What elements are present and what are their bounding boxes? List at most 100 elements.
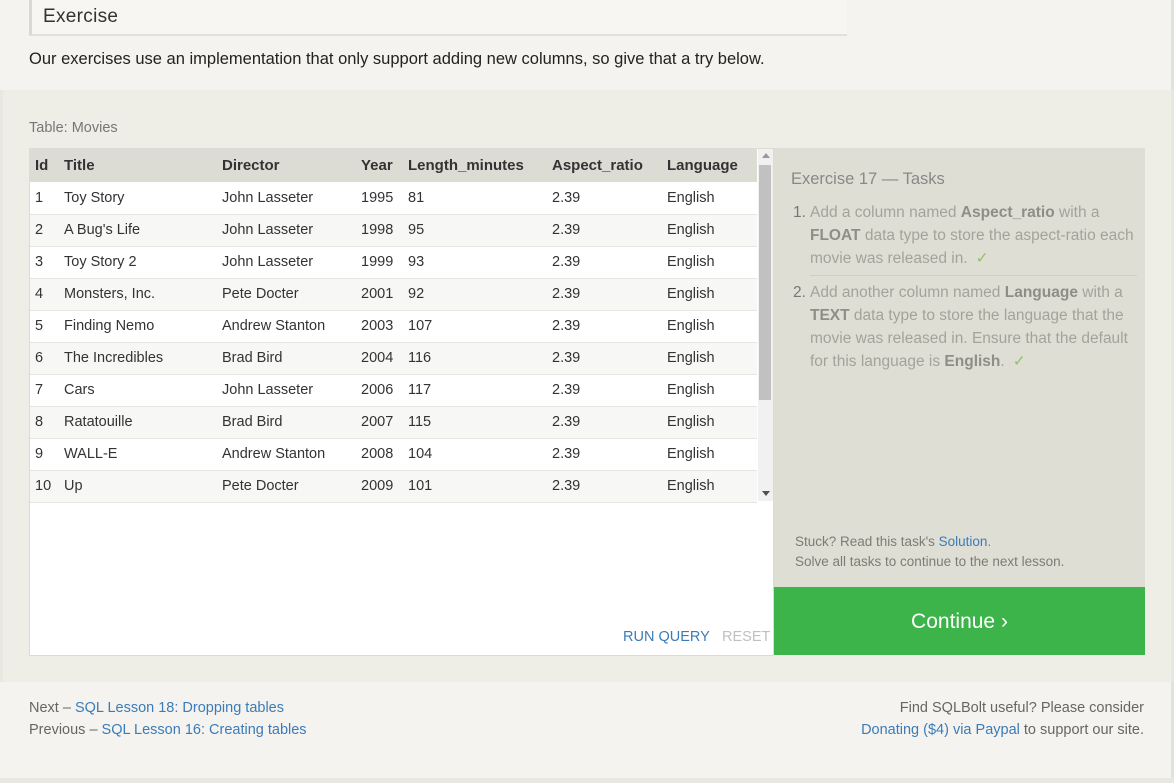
cell-id: 7 — [30, 374, 64, 407]
cell-year: 2004 — [361, 342, 408, 375]
previous-lesson-link[interactable]: SQL Lesson 16: Creating tables — [102, 722, 307, 738]
column-header-title: Title — [64, 149, 222, 182]
cell-language: English — [667, 310, 757, 343]
task-text: . — [1000, 353, 1005, 370]
cell-year: 2001 — [361, 278, 408, 311]
cell-aspect-ratio: 2.39 — [552, 374, 667, 407]
table-row: 8 Ratatouille Brad Bird 2007 115 2.39 English — [30, 406, 757, 439]
cell-id: 3 — [30, 246, 64, 279]
table-row: 10 Up Pete Docter 2009 101 2.39 English — [30, 470, 757, 503]
cell-director: John Lasseter — [222, 182, 361, 215]
cell-id: 8 — [30, 406, 64, 439]
cell-language: English — [667, 342, 757, 375]
task-keyword: Language — [1004, 284, 1078, 301]
scrollbar-thumb[interactable] — [759, 165, 771, 400]
cell-aspect-ratio: 2.39 — [552, 310, 667, 343]
cell-title: Up — [64, 470, 222, 503]
task-text: with a — [1077, 284, 1123, 301]
cell-title: Cars — [64, 374, 222, 407]
cell-title: A Bug's Life — [64, 214, 222, 247]
cell-title: Toy Story 2 — [64, 246, 222, 279]
cell-title: Finding Nemo — [64, 310, 222, 343]
column-header-director: Director — [222, 149, 361, 182]
reset-button[interactable]: RESET — [722, 629, 770, 645]
table-label: Table: Movies — [29, 120, 118, 136]
task-keyword: FLOAT — [810, 227, 861, 244]
cell-year: 2007 — [361, 406, 408, 439]
solution-link[interactable]: Solution — [939, 534, 988, 549]
exercise-heading: Exercise — [29, 0, 847, 36]
run-query-button[interactable]: RUN QUERY — [623, 629, 710, 645]
cell-year: 2003 — [361, 310, 408, 343]
scroll-up-arrow-icon[interactable] — [762, 153, 770, 158]
table-scrollbar[interactable] — [758, 149, 773, 501]
next-prefix: Next – — [29, 700, 75, 716]
previous-lesson-nav: Previous – SQL Lesson 16: Creating table… — [29, 722, 307, 738]
column-header-language: Language — [667, 149, 757, 182]
solution-hint-line: Stuck? Read this task's Solution. — [795, 532, 1064, 552]
task-item-1: 1. Add a column named Aspect_ratio with a… — [791, 201, 1137, 270]
task-text: with a — [1054, 204, 1100, 221]
cell-length-minutes: 93 — [408, 246, 552, 279]
column-header-length-minutes: Length_minutes — [408, 149, 552, 182]
continue-button[interactable]: Continue › — [774, 587, 1145, 655]
task-text: Add a column named — [810, 204, 961, 221]
cell-year: 1998 — [361, 214, 408, 247]
exercise-heading-text: Exercise — [43, 6, 119, 27]
donate-line: Donating ($4) via Paypal to support our … — [861, 722, 1144, 738]
task-keyword: Aspect_ratio — [960, 204, 1055, 221]
cell-aspect-ratio: 2.39 — [552, 182, 667, 215]
table-row: 3 Toy Story 2 John Lasseter 1999 93 2.39 Engli… — [30, 246, 757, 279]
stuck-suffix: . — [987, 534, 992, 549]
cell-director: Andrew Stanton — [222, 310, 361, 343]
cell-id: 1 — [30, 182, 64, 215]
cell-id: 2 — [30, 214, 64, 247]
table-header-row: Id Title Director Year Length_minutes As… — [30, 149, 757, 182]
tasks-panel: Exercise 17 — Tasks 1. Add a column named… — [774, 148, 1145, 587]
task-list: 1. Add a column named Aspect_ratio with a… — [791, 201, 1137, 373]
cell-length-minutes: 107 — [408, 310, 552, 343]
cell-aspect-ratio: 2.39 — [552, 342, 667, 375]
column-header-year: Year — [361, 149, 408, 182]
donate-link[interactable]: Donating ($4) via Paypal — [861, 722, 1020, 738]
exercise-intro: Our exercises use an implementation that… — [29, 50, 765, 68]
cell-language: English — [667, 182, 757, 215]
cell-id: 9 — [30, 438, 64, 471]
cell-length-minutes: 116 — [408, 342, 552, 375]
cell-length-minutes: 115 — [408, 406, 552, 439]
cell-length-minutes: 81 — [408, 182, 552, 215]
cell-length-minutes: 104 — [408, 438, 552, 471]
table-row: 5 Finding Nemo Andrew Stanton 2003 107 2.39 En… — [30, 310, 757, 343]
scroll-down-arrow-icon[interactable] — [762, 491, 770, 496]
cell-title: Toy Story — [64, 182, 222, 215]
cell-aspect-ratio: 2.39 — [552, 278, 667, 311]
checkmark-icon: ✓ — [975, 250, 989, 267]
cell-director: Andrew Stanton — [222, 438, 361, 471]
cell-director: Brad Bird — [222, 342, 361, 375]
cell-director: John Lasseter — [222, 246, 361, 279]
column-header-id: Id — [30, 149, 64, 182]
cell-director: Pete Docter — [222, 278, 361, 311]
results-table-panel: Id Title Director Year Length_minutes As… — [29, 148, 774, 656]
task-text: Add another column named — [810, 284, 1005, 301]
cell-title: The Incredibles — [64, 342, 222, 375]
cell-title: Monsters, Inc. — [64, 278, 222, 311]
cell-director: John Lasseter — [222, 214, 361, 247]
cell-language: English — [667, 374, 757, 407]
task-keyword: TEXT — [810, 307, 850, 324]
checkmark-icon: ✓ — [1012, 353, 1026, 370]
movies-table: Id Title Director Year Length_minutes As… — [30, 149, 757, 503]
cell-aspect-ratio: 2.39 — [552, 438, 667, 471]
cell-title: Ratatouille — [64, 406, 222, 439]
lesson-header-area: Exercise Our exercises use an implementa… — [0, 0, 1174, 90]
task-keyword: English — [944, 353, 1001, 370]
cell-aspect-ratio: 2.39 — [552, 470, 667, 503]
table-row: 1 Toy Story John Lasseter 1995 81 2.39 English — [30, 182, 757, 215]
prev-prefix: Previous – — [29, 722, 102, 738]
cell-aspect-ratio: 2.39 — [552, 406, 667, 439]
support-message: Find SQLBolt useful? Please consider — [899, 700, 1144, 716]
lesson-footer: Next – SQL Lesson 18: Dropping tables Pr… — [0, 682, 1174, 778]
stuck-prefix: Stuck? Read this task's — [795, 534, 939, 549]
task-number: 1. — [793, 204, 806, 221]
next-lesson-link[interactable]: SQL Lesson 18: Dropping tables — [75, 700, 284, 716]
